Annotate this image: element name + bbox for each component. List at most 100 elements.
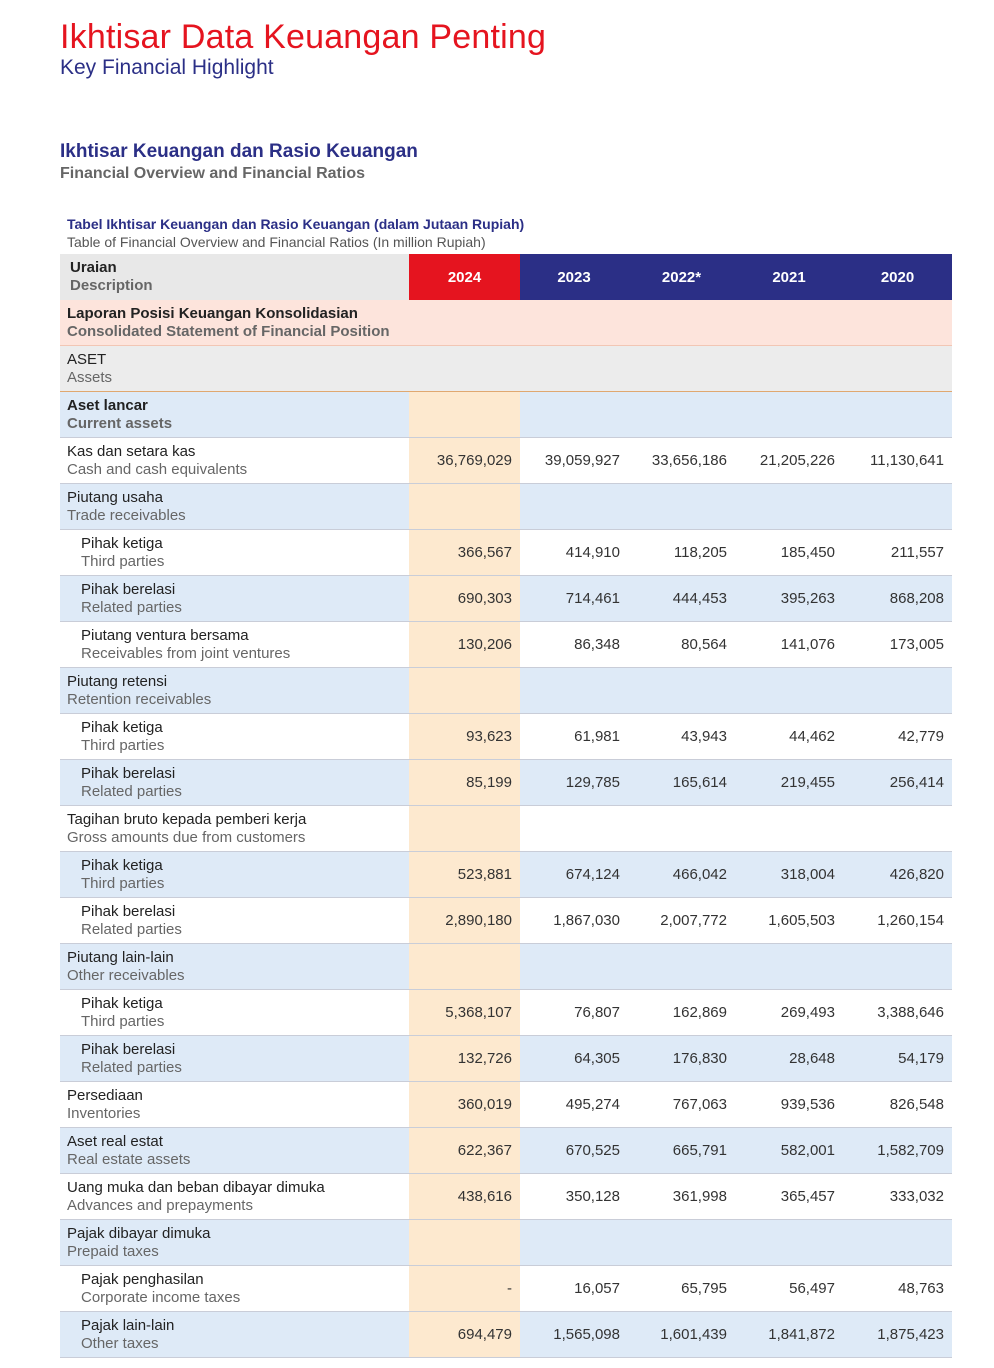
row-label-en: Other receivables <box>67 966 185 984</box>
row-label: Pajak dibayar dimuka <box>67 1224 211 1242</box>
value-cell <box>843 483 952 530</box>
row-label-en: Current assets <box>67 414 173 432</box>
value-cell: 1,841,872 <box>735 1311 843 1358</box>
value-cell: 43,943 <box>628 713 735 760</box>
value-cell: 130,206 <box>409 621 520 668</box>
value-cell: 5,368,107 <box>409 989 520 1036</box>
value-cell: 414,910 <box>520 529 628 576</box>
value-cell <box>409 483 520 530</box>
section-subtitle: Financial Overview and Financial Ratios <box>60 165 365 182</box>
value-cell: 2,007,772 <box>628 897 735 944</box>
row-label: Piutang retensi <box>67 672 168 690</box>
value-cell <box>843 391 952 438</box>
value-cell: 333,032 <box>843 1173 952 1220</box>
value-cell: 1,605,503 <box>735 897 843 944</box>
value-cell: 85,199 <box>409 759 520 806</box>
value-cell <box>520 667 628 714</box>
row-label: Pihak ketiga <box>81 718 163 736</box>
value-cell <box>628 345 735 392</box>
value-cell <box>520 805 628 852</box>
row-label-en: Related parties <box>81 1058 182 1076</box>
row-label-en: Consolidated Statement of Financial Posi… <box>67 322 390 340</box>
table-row: Tagihan bruto kepada pemberi kerja Gross … <box>60 805 952 852</box>
value-cell: 694,479 <box>409 1311 520 1358</box>
table-row: Pihak berelasi Related parties 2,890,180 1,… <box>60 897 952 944</box>
value-cell: 54,179 <box>843 1035 952 1082</box>
value-cell: 1,260,154 <box>843 897 952 944</box>
value-cell <box>409 943 520 990</box>
value-cell <box>735 483 843 530</box>
value-cell: 466,042 <box>628 851 735 898</box>
value-cell: 21,205,226 <box>735 437 843 484</box>
table-caption: Tabel Ikhtisar Keuangan dan Rasio Keuang… <box>67 216 525 232</box>
value-cell: 33,656,186 <box>628 437 735 484</box>
row-label: Laporan Posisi Keuangan Konsolidasian <box>67 304 358 322</box>
value-cell <box>409 1219 520 1266</box>
value-cell: 42,779 <box>843 713 952 760</box>
column-header-year: 2021 <box>735 254 843 300</box>
value-cell: 141,076 <box>735 621 843 668</box>
row-label-en: Retention receivables <box>67 690 212 708</box>
row-label: Aset lancar <box>67 396 148 414</box>
row-description: Pihak ketiga Third parties <box>60 989 409 1036</box>
row-label: Pihak ketiga <box>81 856 163 874</box>
value-cell: 361,998 <box>628 1173 735 1220</box>
value-cell: 444,453 <box>628 575 735 622</box>
table-row: Pajak dibayar dimuka Prepaid taxes <box>60 1219 952 1266</box>
value-cell <box>520 943 628 990</box>
table-row: ASET Assets <box>60 345 952 392</box>
row-description: Kas dan setara kas Cash and cash equivale… <box>60 437 409 484</box>
value-cell: 39,059,927 <box>520 437 628 484</box>
row-description: Uang muka dan beban dibayar dimuka Advanc… <box>60 1173 409 1220</box>
table-row: Piutang retensi Retention receivables <box>60 667 952 714</box>
row-label-en: Third parties <box>81 874 165 892</box>
row-label-en: Receivables from joint ventures <box>81 644 291 662</box>
row-label-en: Gross amounts due from customers <box>67 828 306 846</box>
row-description: Piutang usaha Trade receivables <box>60 483 409 530</box>
value-cell <box>735 391 843 438</box>
column-header-label: Uraian <box>70 259 117 276</box>
value-cell: 64,305 <box>520 1035 628 1082</box>
value-cell: 16,057 <box>520 1265 628 1312</box>
row-description: Pihak berelasi Related parties <box>60 897 409 944</box>
value-cell: 318,004 <box>735 851 843 898</box>
row-description: Pihak ketiga Third parties <box>60 851 409 898</box>
table-row: Pihak ketiga Third parties 523,881 674,124 4… <box>60 851 952 898</box>
row-description: Pajak dibayar dimuka Prepaid taxes <box>60 1219 409 1266</box>
financial-table: Uraian Description 2024 2023 2022* 2021 … <box>60 254 952 1358</box>
table-row: Pihak ketiga Third parties 5,368,107 76,807… <box>60 989 952 1036</box>
row-description: Pihak ketiga Third parties <box>60 529 409 576</box>
value-cell: 162,869 <box>628 989 735 1036</box>
value-cell: 11,130,641 <box>843 437 952 484</box>
value-cell: 76,807 <box>520 989 628 1036</box>
value-cell: 118,205 <box>628 529 735 576</box>
value-cell <box>409 805 520 852</box>
row-description: Laporan Posisi Keuangan Konsolidasian Con… <box>60 300 409 346</box>
row-description: Pihak berelasi Related parties <box>60 1035 409 1082</box>
row-label-en: Related parties <box>81 920 182 938</box>
value-cell: 1,565,098 <box>520 1311 628 1358</box>
value-cell: 366,567 <box>409 529 520 576</box>
column-header-year: 2024 <box>409 254 520 300</box>
table-row: Pihak ketiga Third parties 366,567 414,910 1… <box>60 529 952 576</box>
row-label: Pihak berelasi <box>81 580 176 598</box>
row-description: ASET Assets <box>60 345 409 392</box>
table-row: Aset real estat Real estate assets 622,367… <box>60 1127 952 1174</box>
value-cell <box>628 805 735 852</box>
value-cell: 582,001 <box>735 1127 843 1174</box>
value-cell: 622,367 <box>409 1127 520 1174</box>
value-cell: 767,063 <box>628 1081 735 1128</box>
value-cell: 1,875,423 <box>843 1311 952 1358</box>
row-description: Pihak ketiga Third parties <box>60 713 409 760</box>
value-cell <box>843 943 952 990</box>
table-row: Pihak ketiga Third parties 93,623 61,981 43,… <box>60 713 952 760</box>
value-cell <box>843 345 952 392</box>
row-label: Piutang ventura bersama <box>81 626 249 644</box>
section-title: Ikhtisar Keuangan dan Rasio Keuangan <box>60 141 418 162</box>
row-description: Aset real estat Real estate assets <box>60 1127 409 1174</box>
row-label-en: Trade receivables <box>67 506 186 524</box>
value-cell: 690,303 <box>409 575 520 622</box>
value-cell: 395,263 <box>735 575 843 622</box>
row-label-en: Third parties <box>81 552 165 570</box>
value-cell <box>843 300 952 346</box>
